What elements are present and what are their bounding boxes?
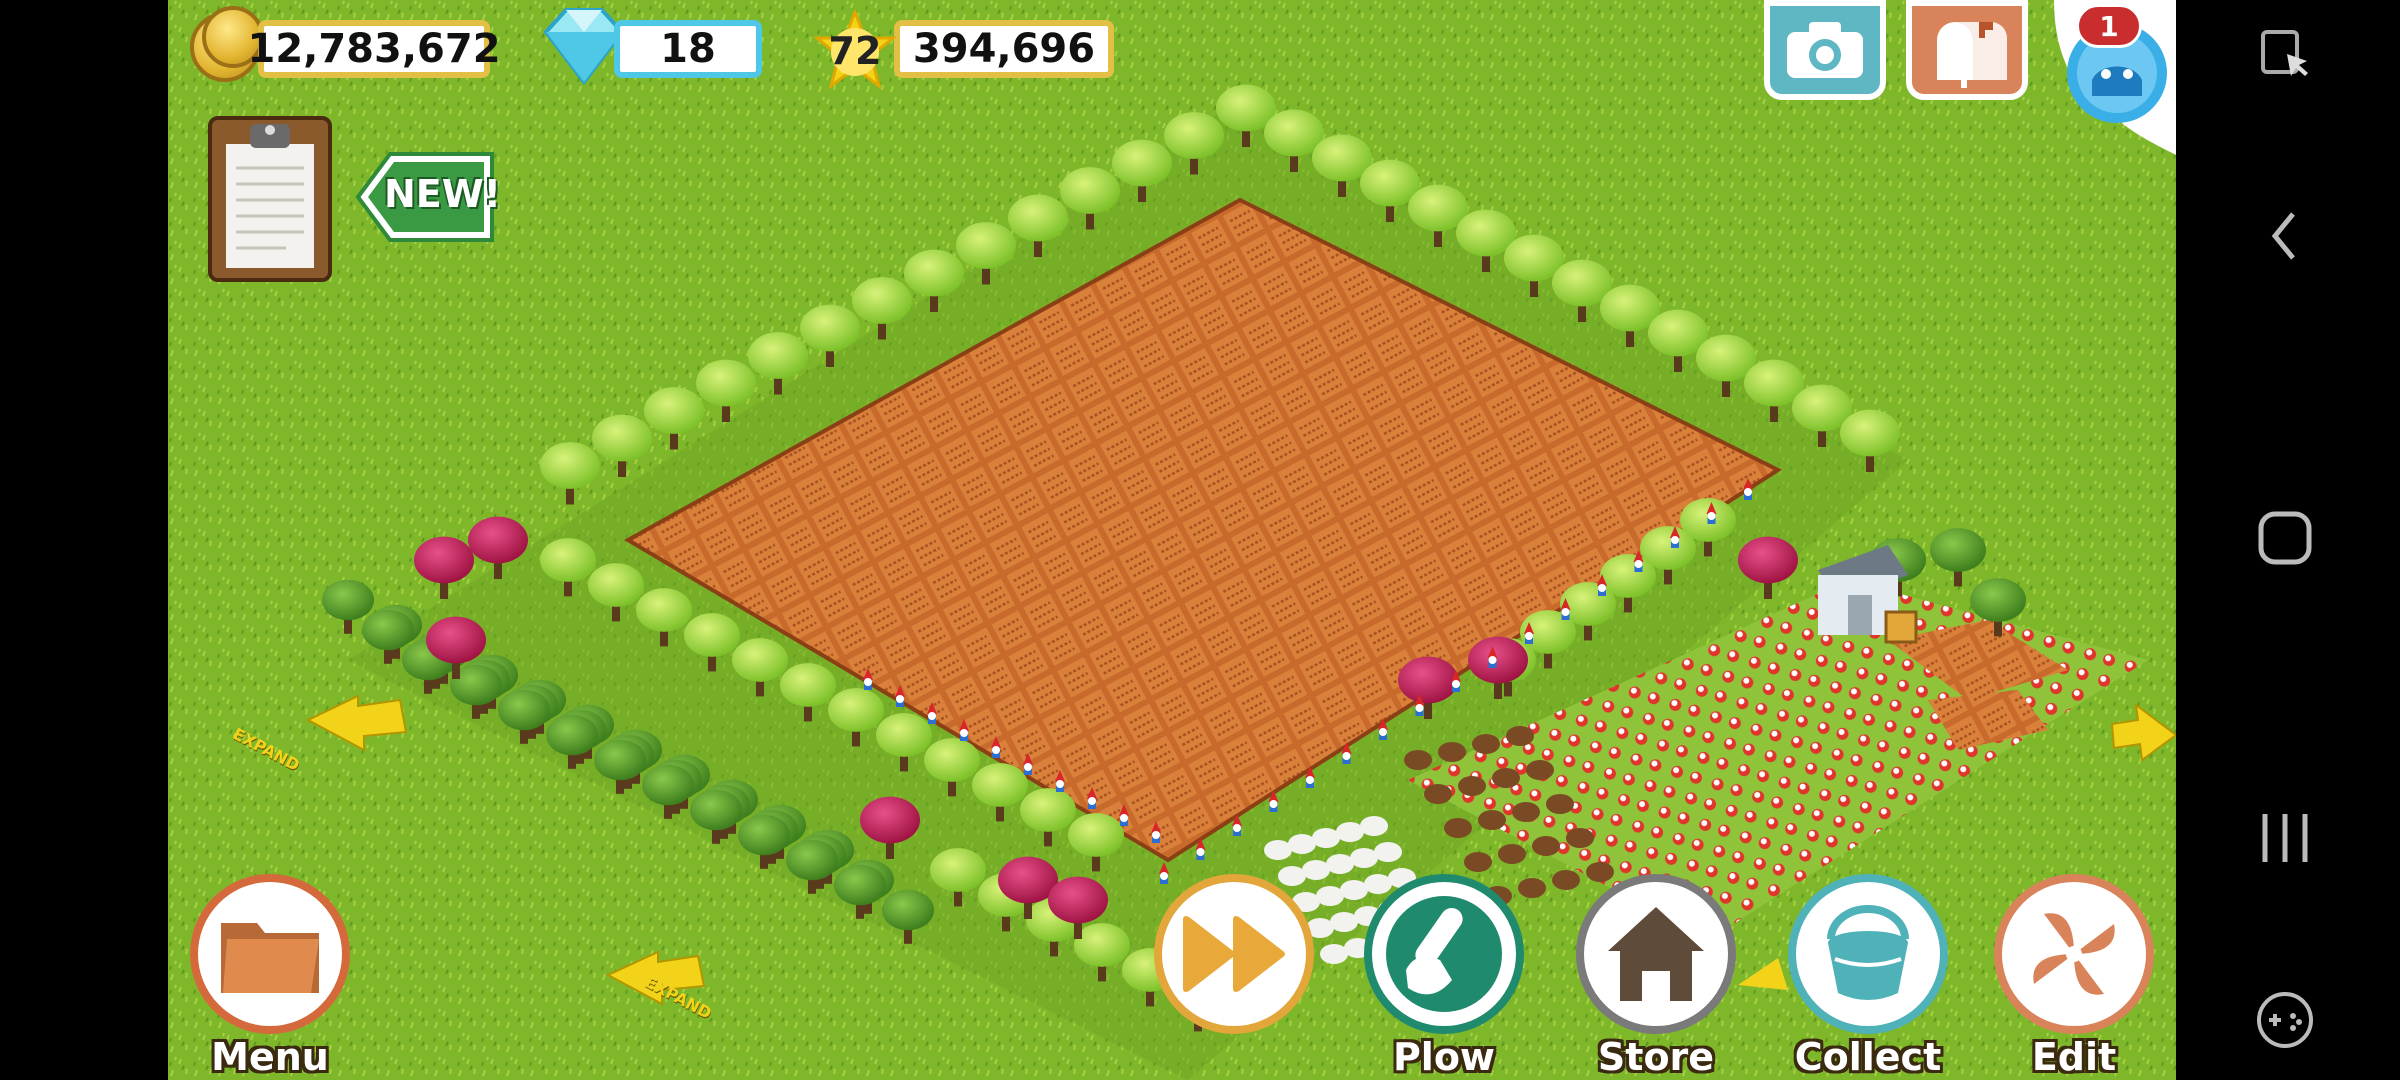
animal <box>1364 874 1392 894</box>
animal <box>1316 886 1344 906</box>
animal <box>1302 860 1330 880</box>
animal <box>1288 834 1316 854</box>
animal <box>1444 818 1472 838</box>
animal <box>1546 794 1574 814</box>
edit-button[interactable] <box>1994 874 2154 1034</box>
animal <box>1424 784 1452 804</box>
collect-button[interactable] <box>1788 874 1948 1034</box>
animal <box>1464 852 1492 872</box>
coins-value: 12,783,672 <box>247 20 501 78</box>
bucket-icon <box>1827 905 1909 1000</box>
quest-button[interactable] <box>208 116 332 282</box>
xp-value: 394,696 <box>894 20 1114 78</box>
home-button[interactable] <box>2255 508 2315 568</box>
fast-forward-icon <box>1183 916 1285 992</box>
animal <box>1336 822 1364 842</box>
home-icon <box>2258 511 2312 565</box>
animal <box>1478 810 1506 830</box>
fast-forward-button[interactable] <box>1154 874 1314 1034</box>
mailbox-button[interactable] <box>1906 0 2028 100</box>
animal <box>1340 880 1368 900</box>
animal <box>1326 854 1354 874</box>
animal <box>1312 828 1340 848</box>
menu-label: Menu <box>211 1035 329 1079</box>
animal <box>1264 840 1292 860</box>
new-badge[interactable]: NEW! <box>354 150 502 244</box>
animal <box>1532 836 1560 856</box>
recents-icon <box>2262 814 2308 862</box>
level-star: 72 <box>814 10 896 92</box>
clipboard-icon <box>226 124 314 268</box>
camera-icon <box>1787 22 1863 78</box>
animal <box>1404 750 1432 770</box>
animal <box>1492 768 1520 788</box>
store-label: Store <box>1597 1035 1715 1079</box>
plow-button[interactable] <box>1364 874 1524 1034</box>
recents-button[interactable] <box>2255 812 2315 864</box>
animal <box>1278 866 1306 886</box>
animal <box>1330 912 1358 932</box>
folder-icon <box>221 923 319 993</box>
animal <box>1586 862 1614 882</box>
gems-value: 18 <box>614 20 762 78</box>
camera-button[interactable] <box>1764 0 1886 100</box>
animal <box>1566 828 1594 848</box>
plow-label: Plow <box>1392 1035 1496 1079</box>
mailbox-icon <box>1937 22 2007 88</box>
new-badge-label: NEW! <box>384 172 502 216</box>
animal <box>1438 742 1466 762</box>
level-value: 72 <box>828 29 882 73</box>
animal <box>1506 726 1534 746</box>
friends-tab[interactable]: 1 <box>2046 0 2176 160</box>
collect-label: Collect <box>1794 1035 1942 1079</box>
animal <box>1526 760 1554 780</box>
animal <box>1512 802 1540 822</box>
pinwheel-icon <box>2033 913 2115 995</box>
mail-badge-count: 1 <box>2099 9 2119 43</box>
animal <box>1518 878 1546 898</box>
back-button[interactable] <box>2265 208 2305 264</box>
animal <box>1374 842 1402 862</box>
screen-tool-icon <box>2261 30 2308 76</box>
animal <box>1472 734 1500 754</box>
animal <box>1458 776 1486 796</box>
animal <box>1350 848 1378 868</box>
store-button[interactable] <box>1576 874 1736 1034</box>
animal <box>1552 870 1580 890</box>
screen-tool-button[interactable] <box>2257 28 2313 84</box>
house-icon <box>1608 907 1704 1001</box>
game-viewport[interactable]: EXPAND EXPAND 12,783,672 18 394,696 72 N… <box>168 0 2176 1080</box>
back-icon <box>2271 212 2295 260</box>
hoe-icon <box>1386 896 1502 1012</box>
game-tools-button[interactable] <box>2255 990 2315 1050</box>
menu-button[interactable] <box>190 874 350 1034</box>
gamepad-icon <box>2257 992 2313 1048</box>
animal <box>1320 944 1348 964</box>
mail-badge: 1 <box>2076 4 2142 48</box>
edit-label: Edit <box>2031 1035 2117 1079</box>
animal <box>1360 816 1388 836</box>
animal <box>1498 844 1526 864</box>
